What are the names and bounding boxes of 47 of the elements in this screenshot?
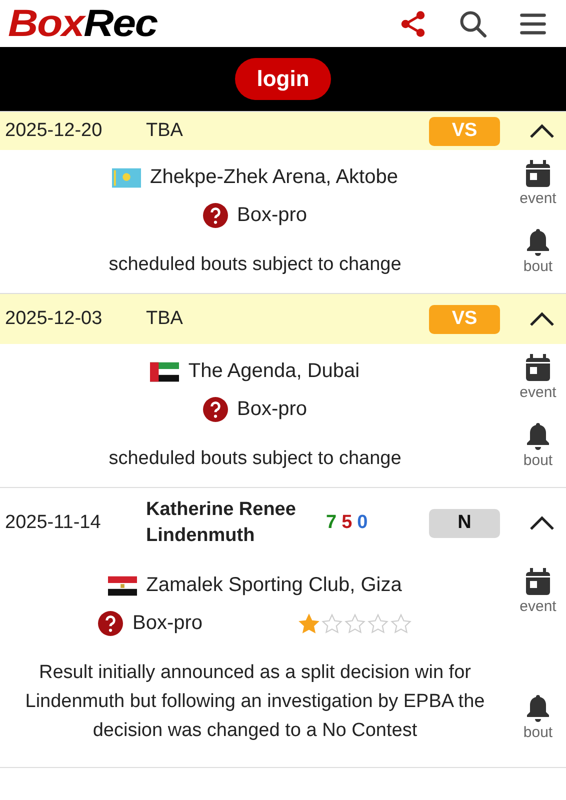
chevron-up-icon[interactable] bbox=[529, 311, 555, 327]
star-icon bbox=[298, 612, 320, 634]
result-badge: VS bbox=[429, 304, 500, 334]
question-icon[interactable] bbox=[202, 203, 228, 228]
chevron-up-icon[interactable] bbox=[529, 515, 555, 531]
star-icon bbox=[320, 612, 343, 634]
opponent-name: TBA bbox=[146, 119, 184, 143]
question-icon[interactable] bbox=[98, 611, 124, 636]
bout-note: Result initially announced as a split decision win for Lindenmuth but following an investigation by EPBA the decision was changed to a No Contest bbox=[24, 661, 486, 743]
event-link[interactable]: event bbox=[520, 160, 556, 207]
bout-link[interactable]: bout bbox=[523, 422, 553, 469]
event-link[interactable]: event bbox=[520, 568, 556, 615]
draws-count: 0 bbox=[357, 512, 368, 534]
search-icon[interactable] bbox=[458, 8, 488, 38]
sanction-label: Box-pro bbox=[236, 204, 308, 227]
star-icon bbox=[366, 612, 389, 634]
bout-date: 2025-11-14 bbox=[5, 512, 102, 534]
star-icon bbox=[390, 612, 412, 634]
bout-link[interactable]: bout bbox=[523, 694, 553, 741]
venue-name[interactable]: The Agenda, Dubai bbox=[188, 360, 360, 383]
opponent-name: TBA bbox=[146, 307, 184, 331]
bell-icon bbox=[524, 422, 551, 450]
opponent-name[interactable]: Katherine Renee Lindenmuth bbox=[146, 497, 326, 549]
bout-date: 2025-12-03 bbox=[5, 308, 104, 330]
calendar-icon bbox=[524, 160, 551, 188]
login-button[interactable]: login bbox=[234, 58, 332, 100]
bell-icon bbox=[524, 228, 551, 256]
bout-note: scheduled bouts subject to change bbox=[108, 447, 402, 471]
sanction-label: Box-pro bbox=[132, 612, 203, 635]
bout-date: 2025-12-20 bbox=[5, 120, 104, 142]
venue-name[interactable]: Zamalek Sporting Club, Giza bbox=[146, 574, 402, 597]
chevron-up-icon[interactable] bbox=[529, 123, 555, 139]
result-badge: N bbox=[429, 508, 500, 538]
boxrec-logo[interactable]: BoxRec bbox=[8, 4, 158, 42]
star-icon bbox=[344, 612, 366, 634]
calendar-icon bbox=[524, 354, 551, 382]
wins-count: 7 bbox=[326, 512, 337, 534]
losses-count: 5 bbox=[342, 512, 352, 534]
event-link[interactable]: event bbox=[520, 354, 556, 401]
result-badge: VS bbox=[429, 116, 500, 146]
sanction-label: Box-pro bbox=[236, 398, 308, 421]
question-icon[interactable] bbox=[202, 397, 228, 422]
calendar-icon bbox=[524, 568, 551, 596]
bout-link[interactable]: bout bbox=[523, 228, 553, 275]
bell-icon bbox=[524, 694, 551, 722]
bout-note: scheduled bouts subject to change bbox=[108, 253, 402, 277]
venue-name[interactable]: Zhekpe-Zhek Arena, Aktobe bbox=[150, 166, 398, 189]
